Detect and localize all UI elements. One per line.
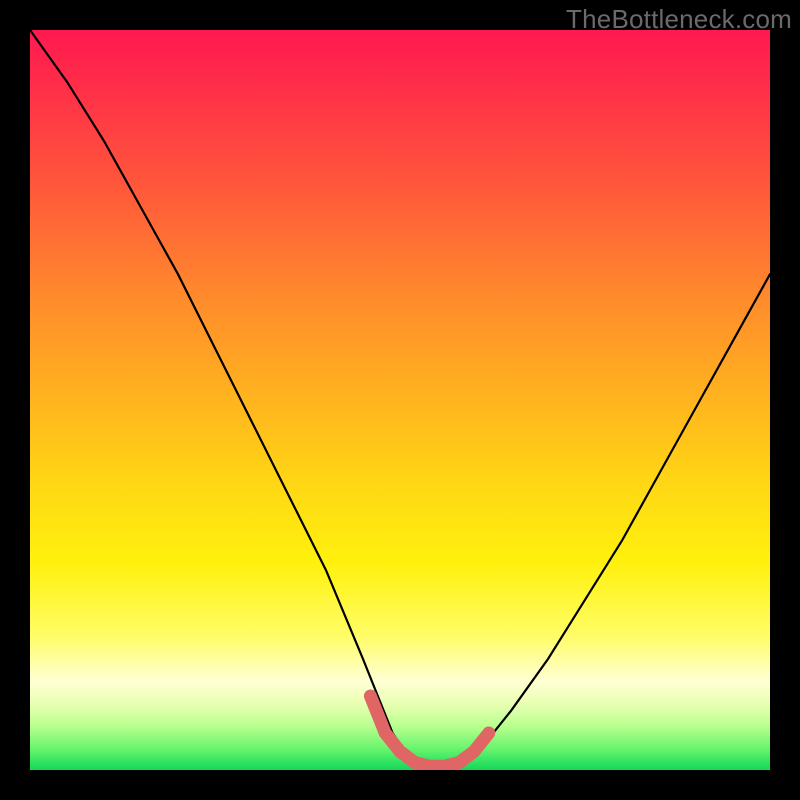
curve-svg [30, 30, 770, 770]
plot-area [30, 30, 770, 770]
chart-container: TheBottleneck.com [0, 0, 800, 800]
line-curve [30, 30, 770, 770]
highlight-region [370, 696, 488, 766]
watermark-text: TheBottleneck.com [566, 4, 792, 35]
